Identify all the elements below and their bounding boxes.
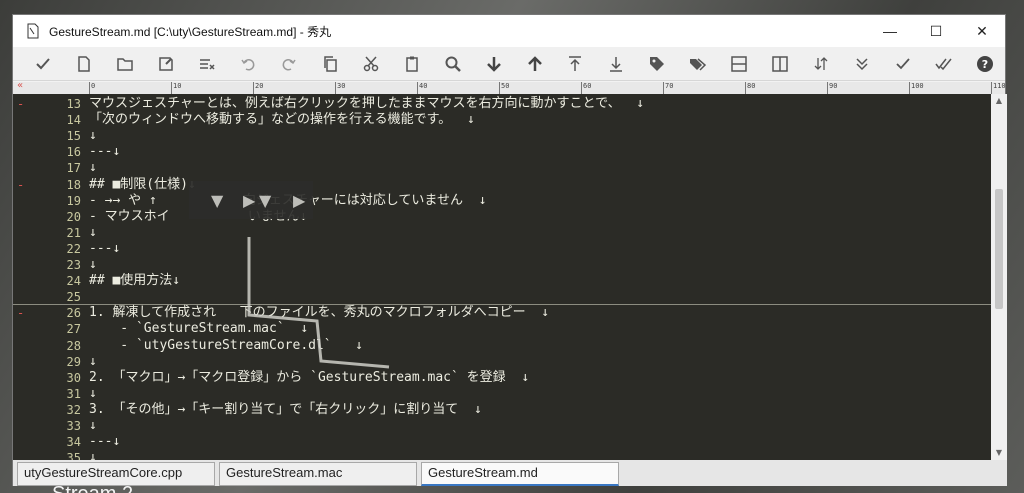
file-tab[interactable]: GestureStream.mac (219, 462, 417, 486)
file-tabs: utyGestureStreamCore.cpp GestureStream.ma… (13, 460, 1007, 486)
vertical-scrollbar[interactable]: ▲ ▼ (991, 94, 1007, 460)
gesture-trail (247, 237, 390, 369)
scroll-up-icon[interactable]: ▲ (991, 94, 1007, 108)
scroll-thumb[interactable] (995, 189, 1003, 309)
file-tab[interactable]: GestureStream.md (421, 462, 619, 486)
video-caption: Stream 2 (52, 483, 133, 493)
editor-window: GestureStream.md [C:\uty\GestureStream.m… (12, 14, 1007, 486)
scroll-down-icon[interactable]: ▼ (991, 446, 1007, 460)
